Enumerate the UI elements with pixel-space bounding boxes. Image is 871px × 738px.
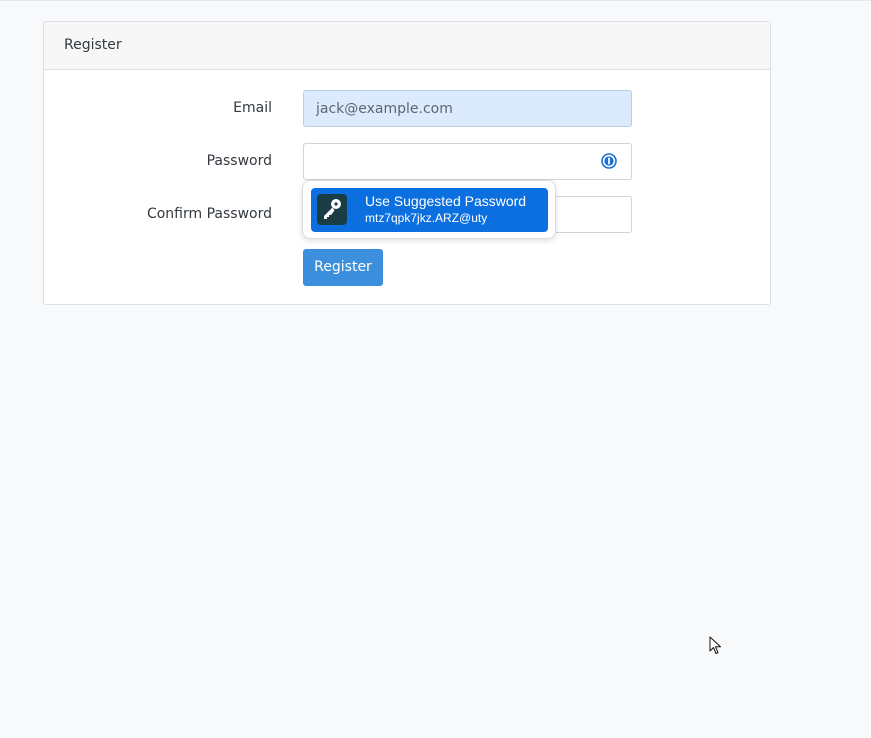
mouse-cursor-icon [709,636,721,654]
password-suggestion-popup: Use Suggested Password mtz7qpk7jkz.ARZ@u… [302,180,556,239]
email-input[interactable] [303,90,632,127]
email-label: Email [233,100,272,116]
password-input[interactable] [303,143,632,180]
card-header: Register [44,22,770,70]
suggested-password-text: mtz7qpk7jkz.ARZ@uty [365,211,488,225]
register-card: Register Email Password Confirm Password… [43,21,771,305]
password-manager-icon[interactable] [601,153,617,169]
suggestion-title: Use Suggested Password [365,193,527,209]
card-title: Register [64,37,122,53]
register-button[interactable]: Register [303,249,383,286]
confirm-password-label: Confirm Password [146,206,272,222]
password-label: Password [206,153,272,169]
top-divider [0,0,871,1]
use-suggested-password-button[interactable]: Use Suggested Password mtz7qpk7jkz.ARZ@u… [311,188,548,232]
key-icon [317,194,347,225]
